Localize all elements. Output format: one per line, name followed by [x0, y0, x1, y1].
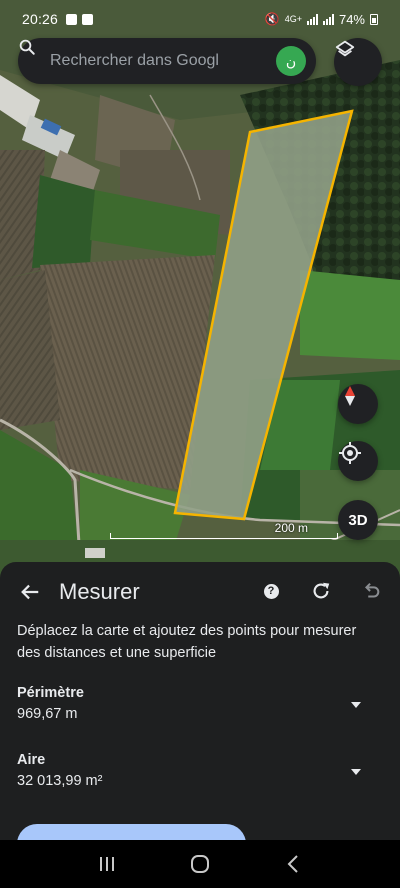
map-imagery	[0, 0, 400, 580]
home-icon	[190, 855, 209, 873]
chevron-left-icon	[287, 855, 299, 873]
area-label: Aire	[17, 752, 46, 768]
my-location-icon	[339, 442, 361, 464]
perimeter-label: Périmètre	[17, 685, 84, 701]
recent-apps-icon	[99, 857, 114, 871]
perimeter-value: 969,67 m	[17, 706, 78, 722]
satellite-map[interactable]: 20:26 🔇 4G+ 74% ن	[0, 0, 400, 580]
check-icon	[82, 13, 94, 25]
refresh-icon	[313, 582, 330, 599]
undo-icon	[364, 582, 380, 598]
signal-icon	[306, 13, 318, 25]
back-button[interactable]	[12, 574, 48, 610]
measure-header: Mesurer ?	[0, 570, 400, 612]
measure-instructions: Déplacez la carte et ajoutez des points …	[17, 623, 357, 661]
system-nav-bar	[0, 840, 400, 888]
my-location-button[interactable]	[338, 441, 378, 481]
reset-button[interactable]	[308, 578, 334, 604]
signal-2-icon	[322, 13, 334, 25]
map-scale: 200 m	[110, 521, 338, 543]
compass-button[interactable]	[338, 384, 378, 424]
network-type: 4G+	[284, 14, 302, 24]
help-icon: ?	[263, 583, 279, 599]
search-bar[interactable]: ن	[18, 38, 316, 84]
help-button[interactable]: ?	[258, 578, 284, 604]
measure-panel: Mesurer ? Déplacez la carte et ajoutez d…	[0, 562, 400, 840]
measure-title: Mesurer	[59, 579, 140, 604]
recent-apps-button[interactable]	[87, 844, 127, 884]
back-arrow-icon	[21, 584, 39, 600]
compass-icon	[345, 386, 355, 406]
undo-button[interactable]	[358, 578, 384, 604]
status-time: 20:26	[22, 11, 59, 27]
dropdown-arrow-icon	[351, 769, 361, 775]
scale-label: 200 m	[274, 521, 308, 535]
avatar[interactable]: ن	[276, 46, 306, 76]
search-input[interactable]	[50, 52, 268, 70]
status-bar: 20:26 🔇 4G+ 74%	[0, 0, 400, 38]
area-row[interactable]: Aire 32 013,99 m²	[17, 752, 383, 789]
home-button[interactable]	[180, 844, 220, 884]
notification-icon	[66, 13, 78, 25]
battery-level: 74%	[338, 11, 365, 27]
back-nav-button[interactable]	[273, 844, 313, 884]
search-icon	[19, 39, 35, 55]
primary-action-button[interactable]	[17, 824, 246, 840]
area-dropdown-button[interactable]	[345, 761, 367, 783]
battery-icon	[370, 13, 378, 25]
layers-icon	[335, 40, 355, 57]
layers-button[interactable]	[334, 38, 382, 86]
area-value: 32 013,99 m²	[17, 773, 103, 789]
perimeter-row[interactable]: Périmètre 969,67 m	[17, 685, 383, 722]
perimeter-dropdown-button[interactable]	[345, 694, 367, 716]
mute-icon: 🔇	[264, 12, 280, 26]
three-d-button[interactable]: 3D	[338, 500, 378, 540]
dropdown-arrow-icon	[351, 702, 361, 708]
